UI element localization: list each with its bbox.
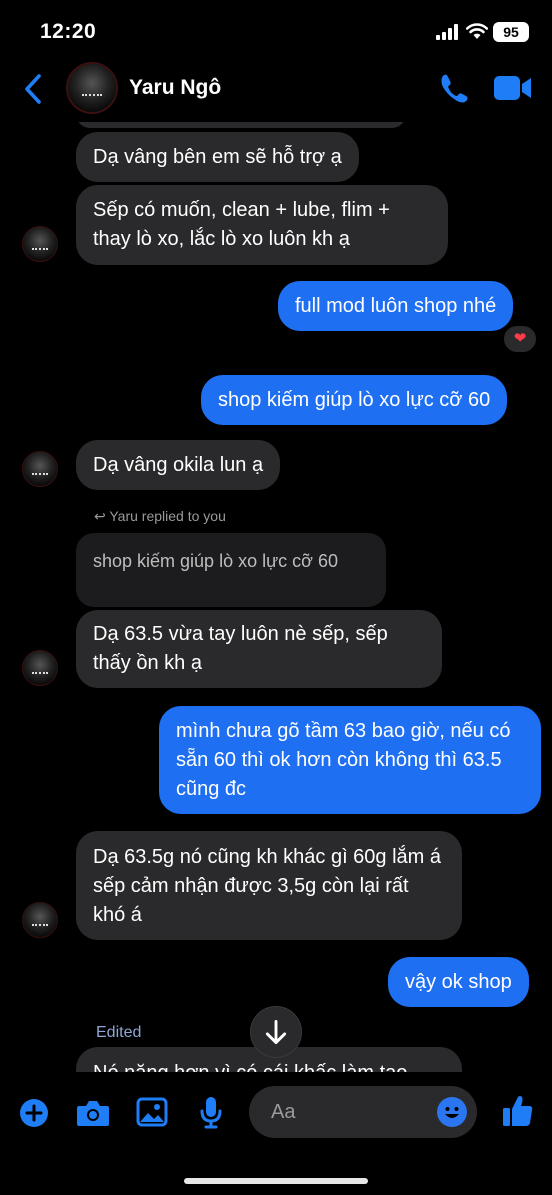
message-text: Dạ vâng okila lun ạ [93,454,264,476]
sender-avatar[interactable] [22,226,58,262]
message-bubble-partial [76,122,406,128]
message-text: shop kiếm giúp lò xo lực cỡ 60 [218,389,491,411]
arrow-down-icon [265,1019,287,1045]
heart-reaction-icon[interactable]: ❤ [502,324,538,354]
scroll-to-bottom-button[interactable] [250,1006,302,1058]
camera-icon[interactable] [76,1098,110,1128]
message-bubble-outgoing[interactable]: full mod luôn shop nhé [278,281,514,331]
message-text: Sếp có muốn, clean + lube, flim + thay l… [93,199,390,250]
reply-note-text: Yaru replied to you [109,508,226,524]
message-text: vậy ok shop [405,971,512,993]
contact-avatar[interactable] [66,62,118,114]
message-text: full mod luôn shop nhé [295,295,497,317]
sender-avatar[interactable] [22,451,58,487]
reply-arrow-icon: ↩ [94,508,106,524]
status-time: 12:20 [40,20,97,43]
sender-avatar[interactable] [22,650,58,686]
message-text: Dạ 63.5 vừa tay luôn nè sếp, sếp thấy ồn… [93,623,388,674]
reply-indicator: ↩ Yaru replied to you [94,508,226,525]
message-bubble-outgoing[interactable]: shop kiếm giúp lò xo lực cỡ 60 [201,375,508,425]
contact-name[interactable]: Yaru Ngô [129,76,221,100]
message-bubble-incoming[interactable]: Dạ 63.5g nó cũng kh khác gì 60g lắm á sế… [76,831,462,940]
message-bubble-outgoing[interactable]: vậy ok shop [388,957,529,1007]
message-bubble-incoming[interactable]: Dạ vâng okila lun ạ [76,440,281,490]
message-text: Dạ 63.5g nó cũng kh khác gì 60g lắm á sế… [93,846,442,926]
quoted-message[interactable]: shop kiếm giúp lò xo lực cỡ 60 [76,533,386,607]
video-call-icon[interactable] [494,75,532,101]
chat-header: Yaru Ngô [0,60,552,122]
quoted-text: shop kiếm giúp lò xo lực cỡ 60 [93,551,338,571]
plus-icon[interactable] [19,1098,49,1128]
home-indicator [184,1178,368,1184]
photo-gallery-icon[interactable] [136,1097,168,1127]
message-text: Nó nặng hơn vì có cái khấc làm tao [93,1062,407,1072]
message-list[interactable]: Dạ vâng bên em sẽ hỗ trợ ạ Sếp có muốn, … [0,122,552,1072]
battery-indicator: 95 [493,22,529,42]
message-bubble-incoming[interactable]: Sếp có muốn, clean + lube, flim + thay l… [76,185,448,265]
message-input[interactable] [271,1098,431,1126]
message-bubble-incoming[interactable]: Dạ 63.5 vừa tay luôn nè sếp, sếp thấy ồn… [76,610,442,688]
emoji-icon[interactable] [437,1097,467,1127]
message-bubble-incoming[interactable]: Dạ vâng bên em sẽ hỗ trợ ạ [76,132,359,182]
edited-label: Edited [96,1024,142,1041]
thumbs-up-icon[interactable] [502,1094,534,1128]
wifi-icon [466,23,488,39]
message-bubble-outgoing[interactable]: mình chưa gõ tầm 63 bao giờ, nếu có sẵn … [159,706,541,814]
cellular-signal-icon [436,24,458,40]
sender-avatar[interactable] [22,902,58,938]
microphone-icon[interactable] [199,1096,223,1130]
message-text: Dạ vâng bên em sẽ hỗ trợ ạ [93,146,342,168]
message-input-field[interactable] [249,1086,477,1138]
back-chevron-icon[interactable] [20,72,46,106]
status-bar: 12:20 95 [0,0,552,60]
composer-bar [0,1072,552,1195]
message-text: mình chưa gõ tầm 63 bao giờ, nếu có sẵn … [176,720,511,800]
phone-call-icon[interactable] [438,72,470,104]
